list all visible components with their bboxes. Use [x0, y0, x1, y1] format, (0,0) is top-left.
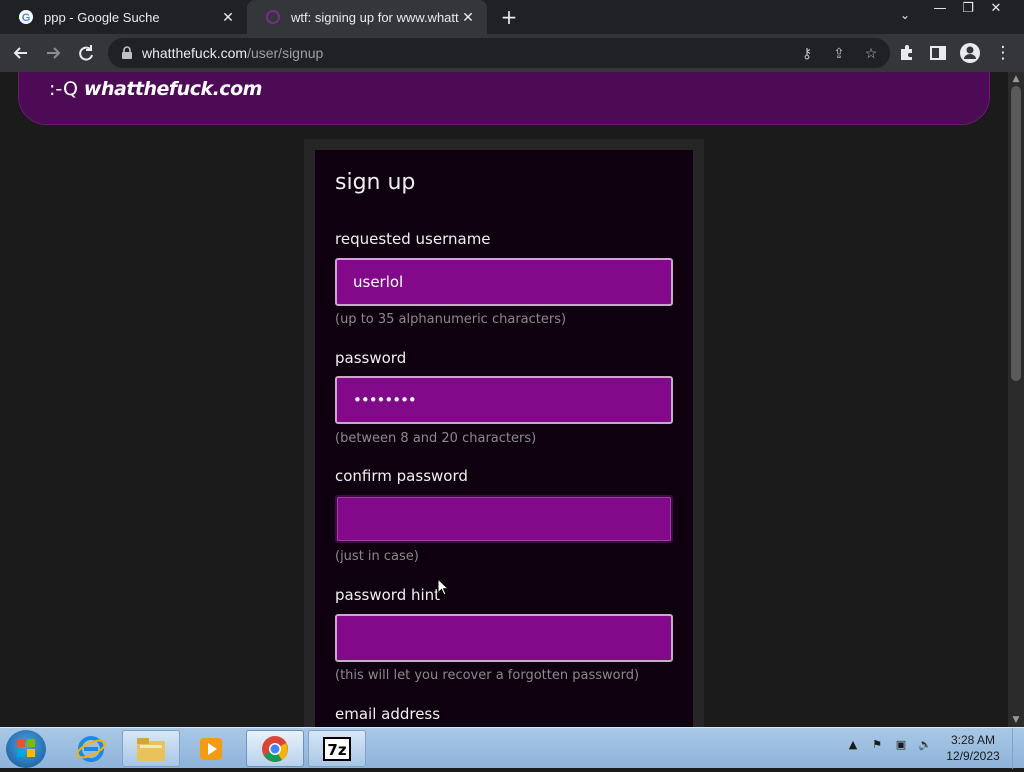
show-desktop-button[interactable] — [1012, 728, 1024, 769]
password-hint-help: (this will let you recover a forgotten p… — [335, 668, 640, 683]
url-path: /user/signup — [247, 45, 324, 61]
svg-text:7z: 7z — [327, 741, 346, 759]
system-tray: ▲ ⚑ ▣ 🔈 — [845, 738, 933, 754]
minimize-icon[interactable]: — — [926, 0, 954, 20]
confirm-password-label: confirm password — [335, 467, 468, 485]
tab-google-search[interactable]: G ppp - Google Suche ✕ — [0, 0, 247, 34]
clock-date: 12/9/2023 — [946, 749, 1000, 763]
logo-name: whatthefuck.com — [83, 78, 263, 100]
scroll-up-icon[interactable]: ▲ — [1008, 72, 1024, 86]
lock-icon[interactable] — [120, 46, 134, 60]
new-tab-button[interactable]: + — [498, 6, 520, 28]
site-icon — [265, 9, 281, 25]
scroll-thumb[interactable] — [1011, 86, 1021, 381]
page-viewport: :-Q whatthefuck.com sign up requested use… — [0, 72, 1008, 727]
taskbar-clock[interactable]: 3:28 AM 12/9/2023 — [940, 732, 1006, 764]
tab-strip: G ppp - Google Suche ✕ wtf: signing up f… — [0, 0, 1024, 34]
start-button[interactable] — [6, 730, 46, 768]
logo-face: :-Q — [49, 78, 78, 100]
site-logo[interactable]: :-Q whatthefuck.com — [49, 78, 262, 100]
confirm-password-input[interactable] — [335, 495, 673, 543]
tray-expand-icon[interactable]: ▲ — [845, 738, 861, 754]
media-player-icon — [200, 737, 222, 760]
taskbar-explorer[interactable] — [122, 730, 180, 767]
tab-search-icon[interactable]: ⌄ — [896, 8, 914, 26]
star-icon[interactable]: ☆ — [862, 44, 880, 62]
scroll-down-icon[interactable]: ▼ — [1008, 713, 1024, 727]
action-center-icon[interactable]: ⚑ — [869, 738, 885, 754]
taskbar-chrome[interactable] — [246, 730, 304, 767]
menu-icon[interactable]: ⋮ — [990, 40, 1016, 66]
signup-form: sign up requested username (up to 35 alp… — [315, 150, 693, 727]
volume-icon[interactable]: 🔈 — [917, 738, 933, 754]
back-icon[interactable] — [8, 40, 34, 66]
extensions-icon[interactable] — [893, 40, 919, 66]
password-hint-input[interactable] — [335, 614, 673, 662]
profile-icon[interactable] — [957, 40, 983, 66]
address-bar[interactable]: whatthefuck.com/user/signup ⚷ ⇪ ☆ — [108, 38, 890, 68]
username-hint: (up to 35 alphanumeric characters) — [335, 312, 567, 327]
network-icon[interactable]: ▣ — [893, 738, 909, 754]
username-label: requested username — [335, 230, 491, 248]
side-panel-icon[interactable] — [925, 40, 951, 66]
password-hint-text: (between 8 and 20 characters) — [335, 431, 537, 446]
7zip-icon: 7z — [323, 736, 351, 761]
page-scrollbar[interactable]: ▲ ▼ — [1008, 72, 1024, 727]
clock-time: 3:28 AM — [950, 733, 996, 747]
share-icon[interactable]: ⇪ — [830, 44, 848, 62]
browser-toolbar: whatthefuck.com/user/signup ⚷ ⇪ ☆ ⋮ — [0, 34, 1024, 72]
forward-icon[interactable] — [40, 40, 66, 66]
username-input[interactable] — [335, 258, 673, 306]
folder-icon — [137, 737, 165, 761]
key-icon[interactable]: ⚷ — [798, 44, 816, 62]
google-icon: G — [18, 9, 34, 25]
taskbar-ie[interactable] — [62, 730, 120, 767]
site-header: :-Q whatthefuck.com — [18, 72, 990, 125]
internet-explorer-icon — [76, 735, 106, 762]
url-host: whatthefuck.com — [142, 45, 248, 61]
taskbar-7zip[interactable]: 7z — [308, 730, 366, 767]
taskbar-media-player[interactable] — [182, 730, 240, 767]
close-tab-icon[interactable]: ✕ — [219, 9, 237, 26]
tab-signup[interactable]: wtf: signing up for www.whatthefuck.com … — [247, 0, 487, 34]
reload-icon[interactable] — [73, 40, 99, 66]
mouse-cursor-icon — [437, 578, 449, 596]
taskbar: 7z ▲ ⚑ ▣ 🔈 3:28 AM 12/9/2023 — [0, 727, 1024, 769]
chrome-icon — [262, 735, 288, 762]
close-window-icon[interactable]: ✕ — [982, 0, 1010, 20]
password-label: password — [335, 349, 407, 367]
form-title: sign up — [335, 170, 416, 195]
email-label: email address — [335, 705, 441, 723]
password-hint-label: password hint — [335, 586, 441, 604]
svg-text:G: G — [22, 12, 31, 24]
tab-title: ppp - Google Suche — [44, 9, 160, 25]
tab-title: wtf: signing up for www.whatthefuck.com — [291, 9, 459, 25]
password-input[interactable] — [335, 376, 673, 424]
confirm-password-hint: (just in case) — [335, 549, 419, 564]
close-tab-icon[interactable]: ✕ — [459, 9, 477, 26]
restore-icon[interactable]: ❐ — [954, 0, 982, 20]
